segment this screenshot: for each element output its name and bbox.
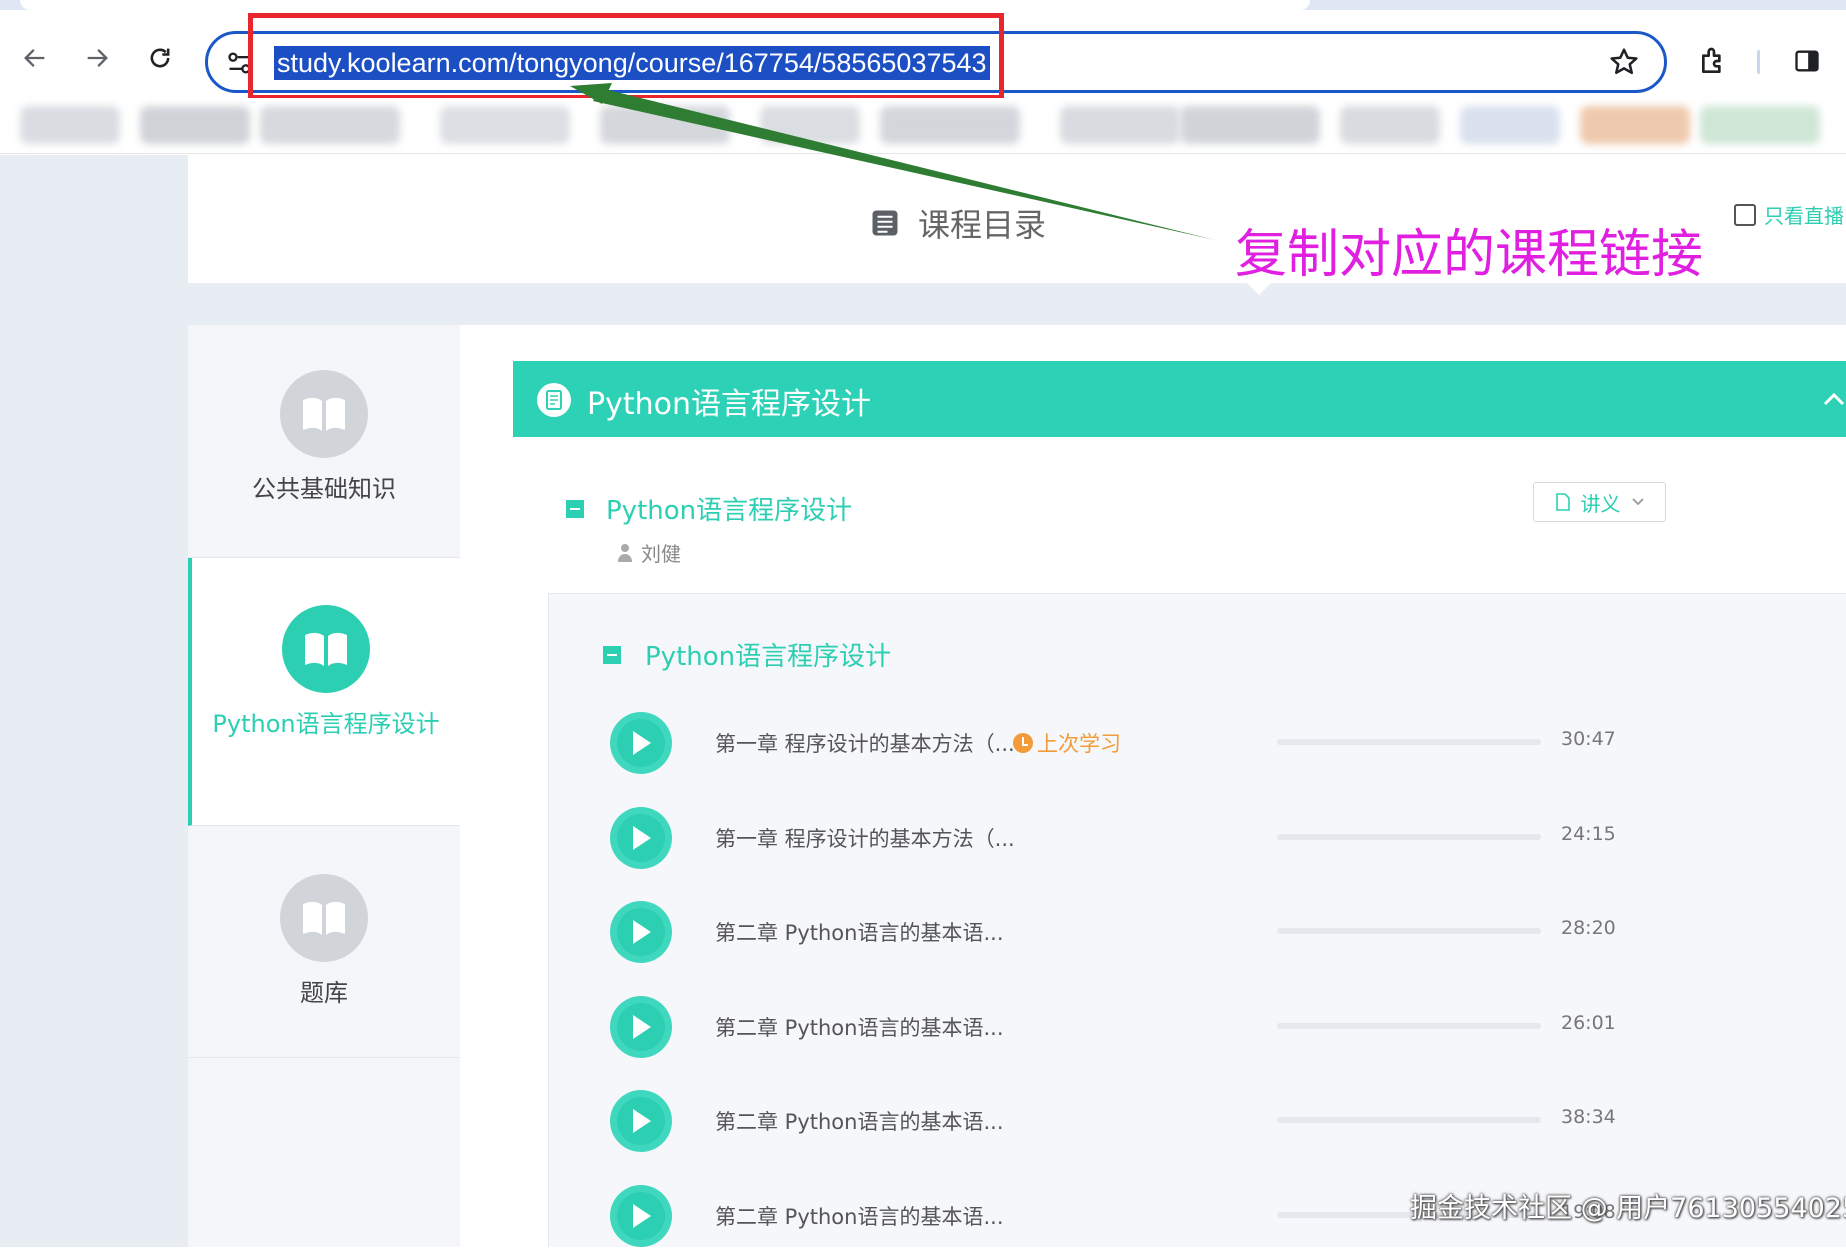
bookmark-item[interactable] xyxy=(1700,106,1820,144)
bookmark-item[interactable] xyxy=(760,106,860,144)
progress-bar xyxy=(1277,1022,1541,1029)
user-icon xyxy=(618,543,632,562)
bookmark-item[interactable] xyxy=(260,106,400,144)
lesson-row[interactable]: 第二章 Python语言的基本语... 28:20 xyxy=(549,893,1846,973)
back-arrow-icon xyxy=(24,49,45,67)
clock-icon xyxy=(1013,733,1033,753)
book-icon xyxy=(305,632,347,666)
lesson-row[interactable]: 第二章 Python语言的基本语... 38:34 xyxy=(549,1082,1846,1162)
progress-bar xyxy=(1277,739,1541,745)
bookmark-item[interactable] xyxy=(1060,106,1180,144)
book-icon-circle xyxy=(282,605,370,693)
teacher-name: 刘健 xyxy=(641,542,681,566)
progress-bar xyxy=(1277,928,1541,934)
book-icon-circle xyxy=(280,370,368,458)
file-icon xyxy=(1555,493,1570,511)
lesson-title[interactable]: 第二章 Python语言的基本语... xyxy=(715,1106,1004,1136)
lesson-panel: Python语言程序设计 第一章 程序设计的基本方法（... 上次学习 30:47 第… xyxy=(548,593,1846,1247)
last-studied-badge: 上次学习 xyxy=(1013,728,1121,758)
side-panel-icon[interactable] xyxy=(1793,47,1821,75)
lesson-row[interactable]: 第一章 程序设计的基本方法（... 上次学习 30:47 xyxy=(549,704,1846,784)
bookmark-item[interactable] xyxy=(440,106,570,144)
bookmark-item[interactable] xyxy=(1580,106,1690,144)
live-only-filter[interactable]: 只看直播 xyxy=(1734,200,1844,229)
lesson-duration: 30:47 xyxy=(1561,728,1616,750)
bookmark-star-icon[interactable] xyxy=(1608,46,1640,78)
notes-dropdown[interactable]: 讲义 xyxy=(1533,482,1666,522)
collapse-minus-icon[interactable] xyxy=(603,645,621,664)
bookmarks-bar xyxy=(0,98,1846,154)
lesson-duration: 24:15 xyxy=(1561,822,1616,845)
tab-strip xyxy=(0,0,1846,10)
reload-button[interactable] xyxy=(140,38,180,78)
lesson-title[interactable]: 第一章 程序设计的基本方法（... xyxy=(715,823,1015,853)
notes-label: 讲义 xyxy=(1580,491,1621,516)
bookmark-item[interactable] xyxy=(1340,106,1440,144)
forward-button[interactable] xyxy=(77,38,117,78)
sidebar-item-label: Python语言程序设计 xyxy=(212,710,440,738)
section-toggle[interactable]: Python语言程序设计 xyxy=(566,490,852,527)
bookmark-item[interactable] xyxy=(140,106,250,144)
sidebar-item-label: 公共基础知识 xyxy=(252,475,396,503)
lesson-title[interactable]: 第一章 程序设计的基本方法（... xyxy=(715,728,1015,758)
active-tab[interactable] xyxy=(20,0,1310,10)
chevron-up-icon xyxy=(1823,392,1845,406)
book-icon-circle xyxy=(280,874,368,962)
bookmark-item[interactable] xyxy=(20,106,120,144)
live-only-label: 只看直播 xyxy=(1764,204,1844,228)
play-icon[interactable] xyxy=(610,806,672,869)
annotation-text: 复制对应的课程链接 xyxy=(1235,225,1704,285)
progress-bar xyxy=(1277,1117,1541,1123)
catalog-title[interactable]: 课程目录 xyxy=(870,200,1046,246)
lesson-duration: 28:20 xyxy=(1561,917,1616,939)
url-highlight-box xyxy=(248,13,1004,100)
teacher-info: 刘健 xyxy=(617,538,681,567)
course-content: Python语言程序设计 收起 Python语言程序设计 刘健 讲义 Pytho… xyxy=(460,325,1846,1247)
course-header[interactable]: Python语言程序设计 收起 xyxy=(513,361,1846,437)
list-icon xyxy=(872,210,898,236)
course-sidebar: 公共基础知识 Python语言程序设计 题库 xyxy=(188,325,460,1247)
chevron-down-icon xyxy=(1631,498,1644,506)
play-icon[interactable] xyxy=(610,995,672,1058)
course-header-title: Python语言程序设计 xyxy=(587,387,871,422)
back-button[interactable] xyxy=(15,38,55,78)
collapse-minus-icon[interactable] xyxy=(566,499,584,518)
forward-arrow-icon xyxy=(87,49,108,67)
lesson-title[interactable]: 第二章 Python语言的基本语... xyxy=(715,1012,1004,1042)
section-title: Python语言程序设计 xyxy=(606,496,853,526)
bookmark-item[interactable] xyxy=(1180,106,1320,144)
lesson-row[interactable]: 第一章 程序设计的基本方法（... 24:15 xyxy=(549,799,1846,879)
extensions-icon[interactable] xyxy=(1698,45,1730,77)
collapse-button[interactable]: 收起 xyxy=(1823,383,1846,415)
sidebar-item-python[interactable]: Python语言程序设计 xyxy=(188,558,460,826)
lesson-duration: 38:34 xyxy=(1561,1106,1616,1128)
document-icon xyxy=(537,383,571,417)
play-icon[interactable] xyxy=(610,901,672,963)
catalog-title-text: 课程目录 xyxy=(918,206,1047,244)
book-icon xyxy=(303,397,345,431)
subsection-toggle[interactable]: Python语言程序设计 xyxy=(603,636,891,673)
play-icon[interactable] xyxy=(610,712,672,774)
lesson-title[interactable]: 第二章 Python语言的基本语... xyxy=(715,1201,1004,1231)
sidebar-item-label: 题库 xyxy=(300,979,348,1007)
last-studied-label: 上次学习 xyxy=(1037,732,1121,756)
book-icon xyxy=(303,901,345,935)
bookmark-item[interactable] xyxy=(600,106,730,144)
sidebar-item-question-bank[interactable]: 题库 xyxy=(188,826,460,1058)
play-icon[interactable] xyxy=(610,1184,672,1247)
subsection-title: Python语言程序设计 xyxy=(645,642,892,672)
watermark: 掘金技术社区 @ 用户761305540255 xyxy=(1410,1193,1846,1224)
reload-icon xyxy=(150,48,170,68)
lesson-duration: 26:01 xyxy=(1561,1011,1616,1034)
play-icon[interactable] xyxy=(610,1090,672,1152)
toolbar-divider xyxy=(1757,50,1760,74)
lesson-row[interactable]: 第二章 Python语言的基本语... 26:01 xyxy=(549,988,1846,1068)
bookmark-item[interactable] xyxy=(880,106,1020,144)
course-page: 课程目录 只看直播 公共基础知识 Python语言程序设计 题库 Python语… xyxy=(0,155,1846,1247)
sidebar-item-public-basics[interactable]: 公共基础知识 xyxy=(188,325,460,558)
live-only-checkbox[interactable] xyxy=(1734,203,1756,226)
lesson-title[interactable]: 第二章 Python语言的基本语... xyxy=(715,917,1004,947)
progress-bar xyxy=(1277,833,1541,840)
bookmark-item[interactable] xyxy=(1460,106,1560,144)
